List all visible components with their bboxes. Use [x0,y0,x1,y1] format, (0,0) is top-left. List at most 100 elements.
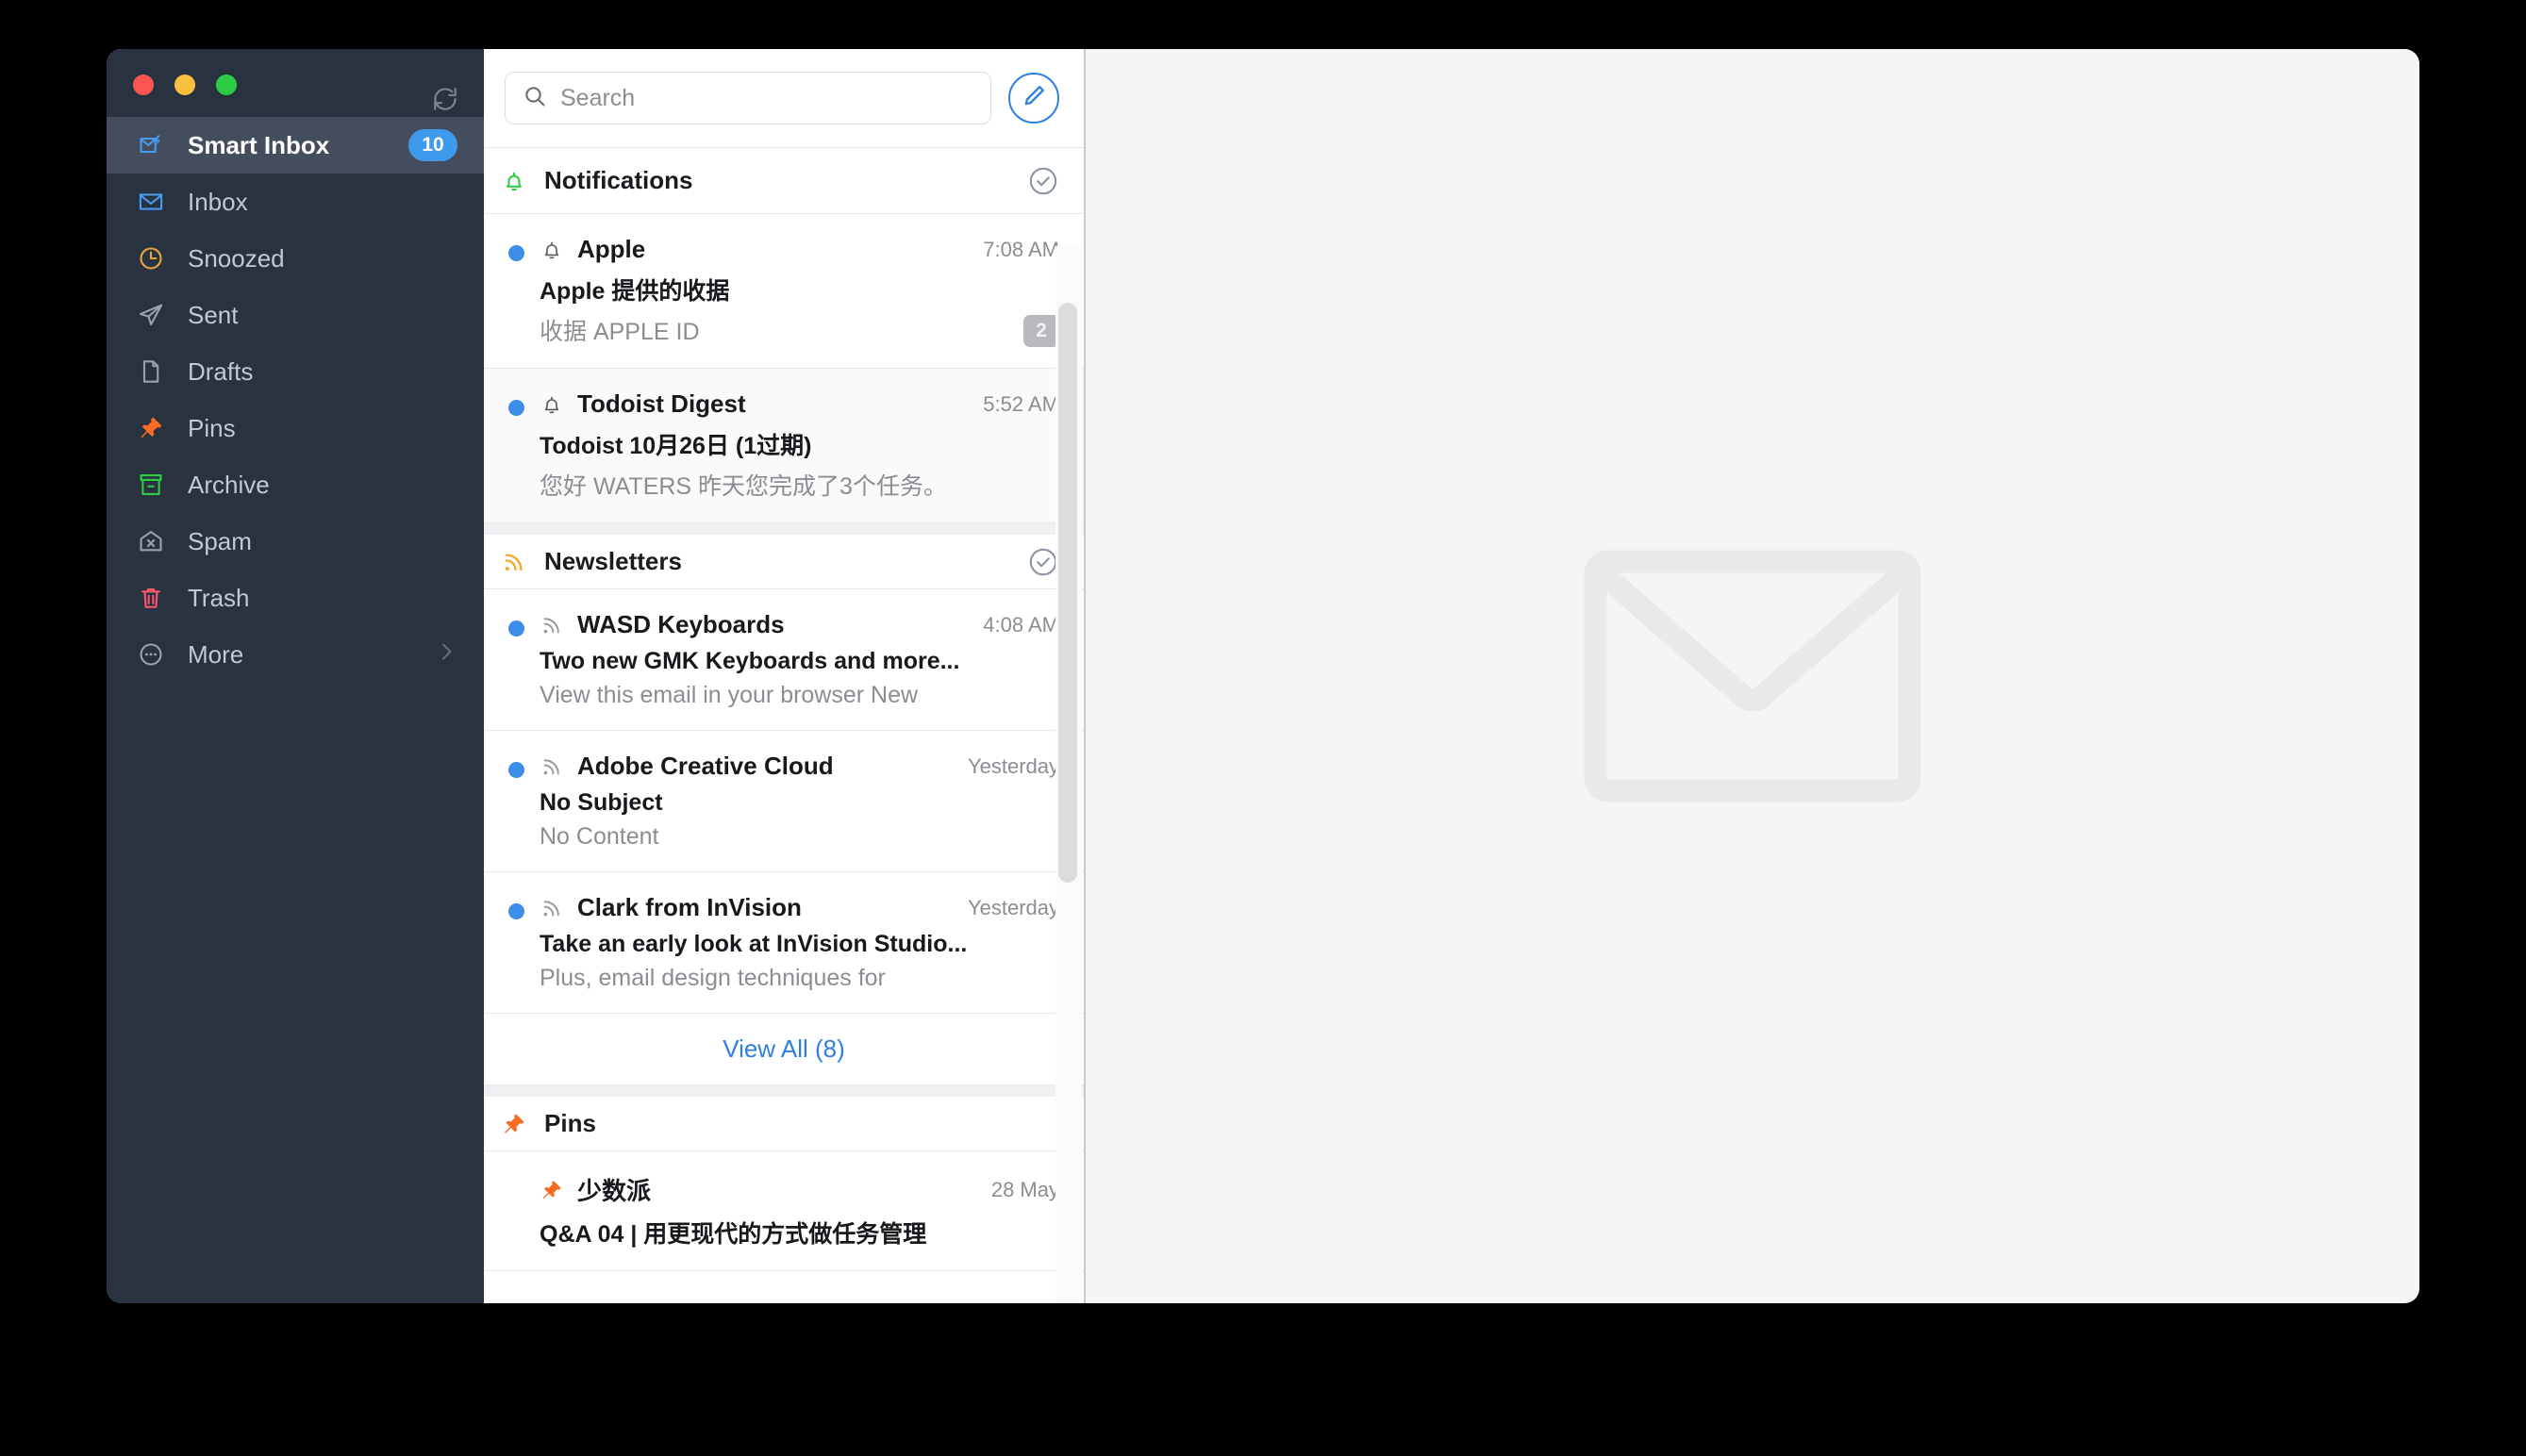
ellipsis-circle-icon [137,640,165,669]
bell-icon [540,392,564,417]
refresh-icon[interactable] [431,85,459,113]
email-timestamp: 4:08 AM [983,612,1059,637]
sidebar-item-label: Drafts [188,356,254,386]
check-circle-icon[interactable] [1027,546,1059,578]
section-header-pins: Pins [484,1085,1084,1151]
pencil-icon [1021,83,1047,114]
sidebar-item-pins[interactable]: Pins [107,400,484,456]
trash-icon [137,584,165,612]
unread-dot [508,400,524,416]
archive-box-icon [137,471,165,499]
email-subject: No Subject [540,789,663,816]
rss-icon [540,754,564,779]
email-list-item[interactable]: WASD Keyboards 4:08 AM Two new GMK Keybo… [484,589,1084,731]
sidebar-item-sent[interactable]: Sent [107,287,484,343]
unread-dot [508,620,524,637]
pin-icon [540,1178,564,1202]
email-preview: 您好 WATERS 昨天您完成了3个任务。 [540,473,947,500]
email-sender: Todoist Digest [577,389,746,418]
window-titlebar [107,49,484,110]
email-list-item[interactable]: Todoist Digest 5:52 AM Todoist 10月26日 (1… [484,369,1084,523]
email-sender: 少数派 [577,1177,652,1205]
sidebar-item-archive[interactable]: Archive [107,456,484,513]
email-preview: Plus, email design techniques for [540,965,886,991]
document-icon [137,357,165,386]
email-sender: Adobe Creative Cloud [577,752,834,780]
compose-button[interactable] [1008,73,1059,124]
clock-icon [137,244,165,273]
email-timestamp: Yesterday [967,753,1059,778]
search-bar: Search [484,49,1084,147]
spam-icon [137,527,165,555]
bell-icon [501,168,527,194]
section-header-notifications: Notifications [484,148,1084,214]
email-list-pane: Search Notifications Apple 7:08 AM Apple… [484,49,1086,1303]
section-header-newsletters: Newsletters [484,523,1084,589]
inbox-icon [137,188,165,216]
email-subject: Take an early look at InVision Studio... [540,931,968,957]
sidebar-item-snoozed[interactable]: Snoozed [107,230,484,287]
pin-icon [501,1111,527,1137]
unread-dot [508,762,524,778]
close-button[interactable] [133,74,154,95]
email-list-scroll-area[interactable]: Notifications Apple 7:08 AM Apple 提供的收据 … [484,147,1084,1303]
sidebar-item-drafts[interactable]: Drafts [107,343,484,400]
read-indicator-placeholder [508,1183,524,1199]
sidebar-item-label: Pins [188,413,236,442]
search-input[interactable]: Search [505,72,991,124]
section-title: Notifications [544,166,693,194]
email-list-item[interactable]: 少数派 28 May Q&A 04 | 用更现代的方式做任务管理 [484,1151,1084,1271]
sidebar: Smart Inbox 10 Inbox Snoozed Sent Drafts… [107,49,484,1303]
email-timestamp: 7:08 AM [983,237,1059,261]
email-list-item[interactable]: Apple 7:08 AM Apple 提供的收据 收据 APPLE ID 2 [484,214,1084,369]
minimize-button[interactable] [174,74,195,95]
email-subject: Todoist 10月26日 (1过期) [540,433,812,459]
smart-inbox-icon [137,131,165,159]
sidebar-item-label: Smart Inbox [188,130,330,159]
sidebar-item-label: Snoozed [188,243,285,273]
rss-icon [501,549,527,575]
sidebar-item-label: Spam [188,526,252,555]
scrollbar-thumb[interactable] [1058,303,1077,883]
email-preview: 收据 APPLE ID [540,319,700,345]
view-all-newsletters-link[interactable]: View All (8) [484,1014,1084,1085]
sidebar-item-more[interactable]: More [107,626,484,683]
email-timestamp: 5:52 AM [983,391,1059,416]
sidebar-item-spam[interactable]: Spam [107,513,484,570]
rss-icon [540,896,564,920]
email-list-scrollbar[interactable] [1055,246,1082,1303]
email-list-item[interactable]: Clark from InVision Yesterday Take an ea… [484,872,1084,1014]
mail-app-window: Smart Inbox 10 Inbox Snoozed Sent Drafts… [107,49,2419,1303]
chevron-right-icon [435,640,457,670]
traffic-lights [133,74,237,95]
sidebar-item-label: Sent [188,300,239,329]
email-preview: View this email in your browser New [540,682,919,708]
sidebar-item-label: Trash [188,583,250,612]
search-placeholder: Search [560,84,636,111]
thread-count-badge: 2 [1023,315,1059,347]
email-list-item[interactable]: Adobe Creative Cloud Yesterday No Subjec… [484,731,1084,872]
smart-inbox-badge: 10 [408,129,457,161]
maximize-button[interactable] [216,74,237,95]
sidebar-item-trash[interactable]: Trash [107,570,484,626]
sidebar-item-inbox[interactable]: Inbox [107,174,484,230]
email-subject: Apple 提供的收据 [540,278,730,305]
envelope-icon [1578,549,1927,803]
section-title: Newsletters [544,547,682,575]
sidebar-item-label: Archive [188,470,270,499]
email-sender: Clark from InVision [577,893,802,921]
email-timestamp: Yesterday [967,895,1059,919]
sidebar-item-smart-inbox[interactable]: Smart Inbox 10 [107,117,484,174]
reading-pane-empty-state [1086,49,2419,1303]
email-timestamp: 28 May [990,1177,1059,1201]
rss-icon [540,613,564,637]
sidebar-item-label: More [188,639,244,669]
email-subject: Q&A 04 | 用更现代的方式做任务管理 [540,1221,927,1248]
email-sender: WASD Keyboards [577,610,785,638]
search-icon [523,84,547,113]
check-circle-icon[interactable] [1027,165,1059,197]
sidebar-item-label: Inbox [188,187,248,216]
email-preview: No Content [540,823,659,850]
email-sender: Apple [577,235,646,263]
paper-plane-icon [137,301,165,329]
